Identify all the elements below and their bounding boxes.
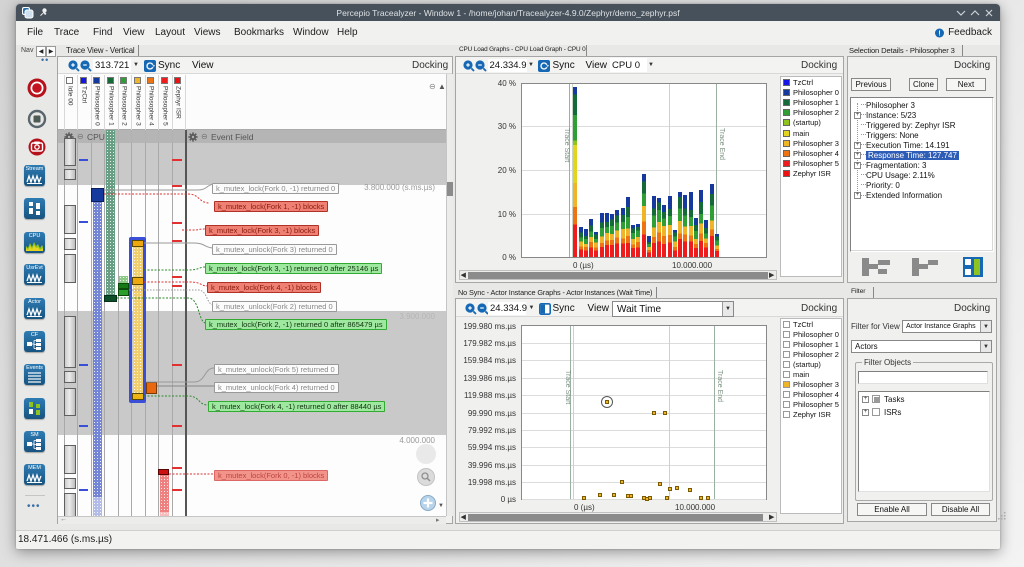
svg-text:!: !: [938, 31, 940, 38]
